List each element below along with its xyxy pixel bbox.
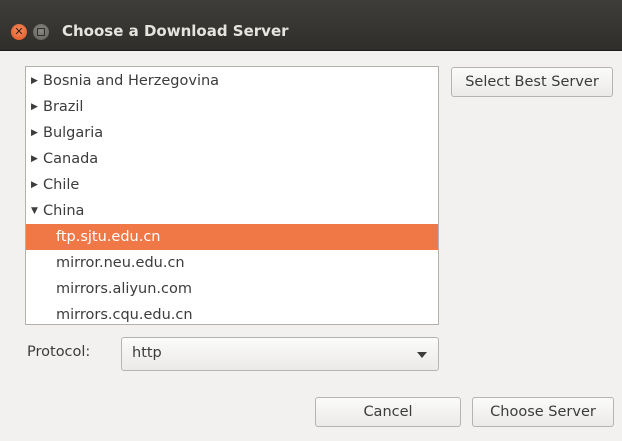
- tree-row-country[interactable]: ▶ Chile: [26, 172, 438, 198]
- tree-row-server[interactable]: mirrors.aliyun.com: [26, 276, 438, 302]
- tree-row-label: Chile: [43, 177, 80, 193]
- expand-arrow-icon[interactable]: ▶: [31, 146, 38, 172]
- tree-row-label: ftp.sjtu.edu.cn: [56, 229, 161, 245]
- protocol-select[interactable]: http: [121, 337, 439, 371]
- tree-row-country[interactable]: ▼ China: [26, 198, 438, 224]
- tree-row-label: Canada: [43, 151, 99, 167]
- expand-arrow-icon[interactable]: ▶: [31, 120, 38, 146]
- tree-row-label: China: [43, 203, 85, 219]
- cancel-button[interactable]: Cancel: [315, 397, 461, 427]
- tree-row-server[interactable]: mirror.neu.edu.cn: [26, 250, 438, 276]
- tree-row-country[interactable]: ▶ Brazil: [26, 94, 438, 120]
- close-icon: ✕: [14, 25, 24, 38]
- window-close-button[interactable]: ✕: [11, 24, 27, 40]
- tree-row-country[interactable]: ▶ Bulgaria: [26, 120, 438, 146]
- choose-server-button[interactable]: Choose Server: [472, 397, 614, 427]
- expand-arrow-icon[interactable]: ▶: [31, 94, 38, 120]
- expand-arrow-icon[interactable]: ▶: [31, 68, 38, 94]
- select-best-server-button[interactable]: Select Best Server: [451, 67, 613, 97]
- protocol-value: http: [132, 345, 162, 361]
- tree-row-label: Brazil: [43, 99, 84, 115]
- dropdown-caret-icon: [417, 352, 427, 358]
- window-title: Choose a Download Server: [62, 22, 289, 40]
- tree-row-country[interactable]: ▶ Bosnia and Herzegovina: [26, 68, 438, 94]
- tree-row-server[interactable]: mirrors.cqu.edu.cn: [26, 302, 438, 324]
- collapse-arrow-icon[interactable]: ▼: [31, 198, 38, 224]
- tree-row-label: mirrors.aliyun.com: [56, 281, 192, 297]
- expand-arrow-icon[interactable]: ▶: [31, 172, 38, 198]
- protocol-label: Protocol:: [27, 344, 91, 360]
- window-minimize-button[interactable]: [33, 24, 49, 40]
- window-titlebar: ✕ Choose a Download Server: [0, 0, 622, 51]
- tree-row-label: mirror.neu.edu.cn: [56, 255, 185, 271]
- server-tree[interactable]: ▶ Bosnia and Herzegovina ▶ Brazil ▶ Bulg…: [25, 66, 439, 325]
- tree-row-label: Bosnia and Herzegovina: [43, 73, 220, 89]
- tree-row-country[interactable]: ▶ Canada: [26, 146, 438, 172]
- tree-row-label: Bulgaria: [43, 125, 104, 141]
- tree-row-label: mirrors.cqu.edu.cn: [56, 307, 193, 323]
- tree-row-server-selected[interactable]: ftp.sjtu.edu.cn: [26, 224, 438, 250]
